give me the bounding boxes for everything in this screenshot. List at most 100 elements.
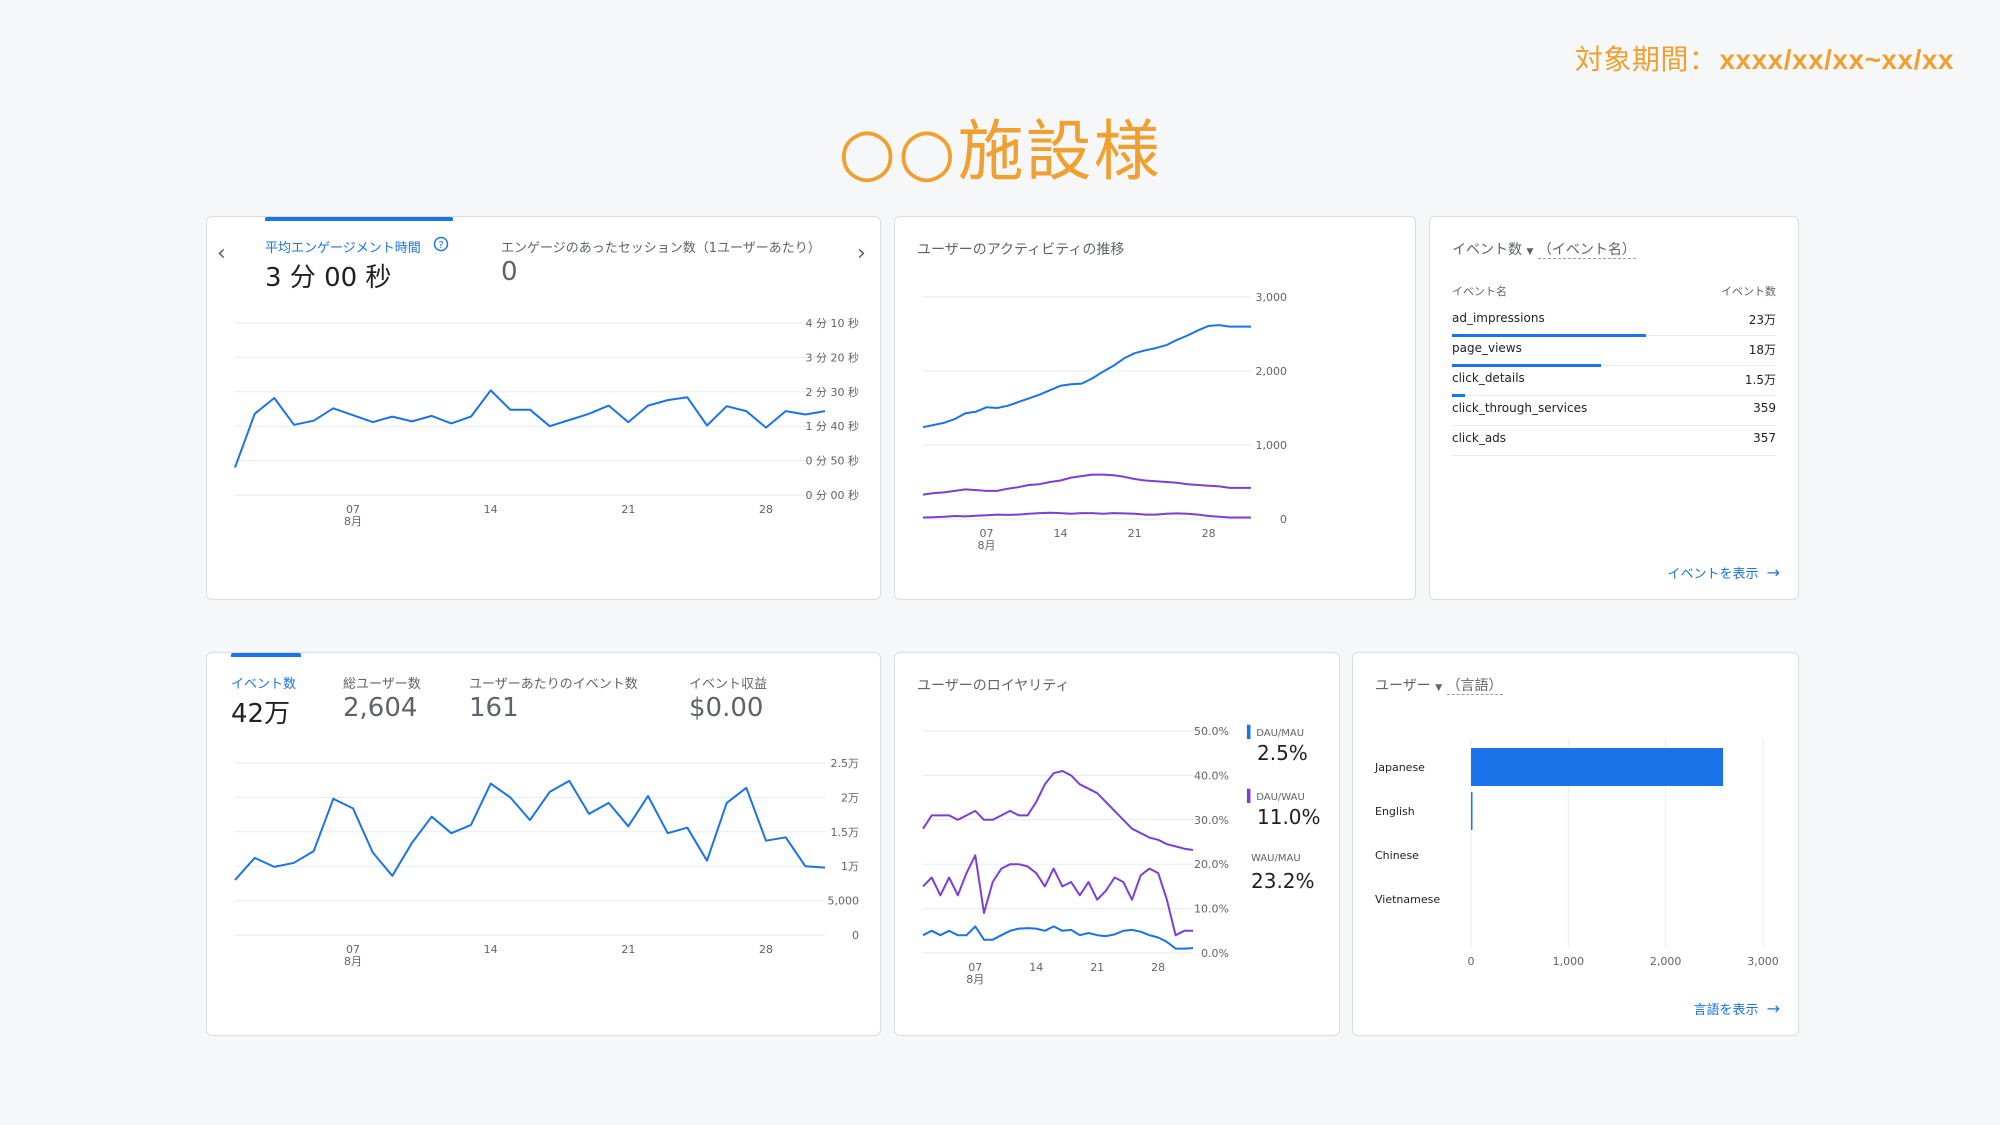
tab-label: 総ユーザー数 (343, 677, 421, 692)
series-line (922, 511, 1251, 519)
arrow-right-icon: → (1766, 563, 1780, 582)
series-line (922, 770, 1194, 851)
table-row[interactable]: page_views 18万 (1452, 335, 1776, 367)
x-tick-label: 14 (1029, 961, 1043, 974)
x-tick-label: 0 (1468, 955, 1475, 968)
metric-value: 2.5% (1257, 741, 1308, 765)
event-name: click_ads (1452, 431, 1507, 445)
chevron-right-icon[interactable]: › (857, 241, 866, 266)
col-header-name: イベント名 (1452, 285, 1507, 298)
series-marker-icon: ▍ (1247, 725, 1257, 739)
dimension-label[interactable]: （イベント名） (1537, 242, 1636, 259)
y-tick-label: 0 (852, 929, 859, 942)
table-row[interactable]: ad_impressions 23万 (1452, 305, 1776, 337)
x-month-label: 8月 (977, 539, 995, 552)
y-tick-label: 0 (1280, 513, 1287, 526)
y-tick-label: 40.0% (1194, 769, 1229, 782)
view-events-link[interactable]: イベントを表示 → (1667, 563, 1780, 582)
help-circle-icon[interactable]: ? (433, 236, 449, 252)
table-row[interactable]: click_ads 357 (1452, 425, 1776, 456)
metric-value: 11.0% (1257, 805, 1321, 829)
period-label: 対象期間：xxxx/xx/xx~xx/xx (1575, 38, 1954, 78)
event-name: ad_impressions (1452, 311, 1545, 325)
event-count: 359 (1753, 401, 1776, 415)
card-title: ユーザーのアクティビティの推移 (917, 242, 1125, 258)
x-month-label: 8月 (344, 955, 362, 968)
chevron-left-icon[interactable]: ‹ (217, 241, 226, 266)
tab-label: ユーザーあたりのイベント数 (469, 677, 638, 692)
metric-name: WAU/MAU (1251, 853, 1301, 864)
x-tick-label: 28 (759, 943, 773, 956)
y-tick-label: 50.0% (1194, 725, 1229, 738)
series-line (234, 779, 826, 881)
period-prefix: 対象期間： (1574, 43, 1718, 76)
y-tick-label: 3 分 20 秒 (806, 350, 860, 364)
dropdown-label: ユーザー (1375, 678, 1431, 694)
events-line-chart: 2.5万2万1.5万1万5,000007 14 21 288月 (234, 757, 860, 968)
metric-name: DAU/WAU (1256, 792, 1305, 803)
x-tick-label: 21 (621, 943, 635, 956)
tab-value: 161 (469, 693, 519, 723)
y-tick-label: 2万 (841, 791, 859, 804)
y-tick-label: 2 分 30 秒 (806, 385, 860, 399)
tab-value: 2,604 (343, 693, 418, 723)
y-tick-label: 3,000 (1256, 291, 1288, 304)
y-tick-label: 1,000 (1256, 439, 1288, 452)
category-label: Vietnamese (1375, 893, 1440, 906)
x-tick-label: 21 (1090, 961, 1104, 974)
tab-value: $0.00 (689, 693, 764, 723)
engagement-card: ‹ 平均エンゲージメント時間 ? 3 分 00 秒 エンゲージのあったセッション… (206, 216, 881, 600)
view-languages-link[interactable]: 言語を表示 → (1693, 999, 1780, 1018)
series-line (922, 925, 1194, 950)
category-label: Chinese (1375, 849, 1419, 862)
y-tick-label: 1 分 40 秒 (806, 419, 860, 433)
loyalty-card: ユーザーのロイヤリティ 50.0% 40.0% 30.0% 20.0% 10.0% 0.0… (894, 652, 1340, 1036)
metric-label: ▍DAU/MAU (1247, 725, 1304, 739)
y-tick-label: 4 分 10 秒 (806, 316, 860, 330)
dimension-label[interactable]: （言語） (1446, 678, 1503, 695)
page-title: ○○施設様 (838, 113, 1162, 190)
y-tick-label: 2.5万 (831, 757, 860, 770)
metric-name: DAU/MAU (1256, 728, 1305, 739)
table-row[interactable]: click_details 1.5万 (1452, 365, 1776, 397)
bar (1471, 748, 1724, 786)
y-tick-label: 0 分 00 秒 (806, 488, 860, 502)
event-count: 18万 (1748, 343, 1776, 357)
tab-value: 42万 (231, 699, 291, 729)
y-tick-label: 0.0% (1201, 947, 1229, 960)
x-tick-label: 14 (1054, 527, 1068, 540)
x-tick-label: 28 (759, 503, 773, 516)
x-tick-label: 3,000 (1747, 955, 1779, 968)
y-tick-label: 1.5万 (831, 826, 860, 839)
category-label: English (1375, 805, 1415, 818)
tab-value: 3 分 00 秒 (265, 263, 392, 293)
activity-line-chart: 3,0002,0001,000007 14 21 288月 (922, 291, 1288, 552)
event-count: 23万 (1748, 313, 1776, 327)
link-label: イベントを表示 (1667, 567, 1759, 582)
svg-text:?: ? (438, 240, 443, 251)
x-month-label: 8月 (966, 973, 984, 986)
selected-tab-indicator (265, 217, 453, 221)
engagement-line-chart: 4 分 10 秒 3 分 20 秒 2 分 30 秒 1 分 40 秒 0 分 50 秒… (234, 316, 860, 528)
event-count: 357 (1753, 431, 1776, 445)
x-tick-label: 21 (621, 503, 635, 516)
event-count: 1.5万 (1744, 373, 1776, 387)
x-tick-label: 1,000 (1553, 955, 1585, 968)
event-name: click_details (1452, 371, 1525, 385)
table-row[interactable]: click_through_services 359 (1452, 395, 1776, 426)
series-line (922, 473, 1251, 496)
period-value: xxxx/xx/xx~xx/xx (1719, 44, 1954, 75)
dropdown-label: イベント数 (1452, 242, 1522, 258)
language-card: ユーザー ▼ （言語） 0 1,000 2,000 3,000 Japanese Engl… (1352, 652, 1799, 1036)
x-tick-label: 14 (484, 943, 498, 956)
loyalty-line-chart: 50.0%40.0%30.0%20.0%10.0%0.0%07 14 21 288月 (922, 725, 1229, 986)
tab-label: エンゲージのあったセッション数（1ユーザーあたり） (501, 241, 821, 256)
caret-down-icon: ▼ (1526, 247, 1534, 257)
events-summary-card: イベント数 42万 総ユーザー数 2,604 ユーザーあたりのイベント数 161… (206, 652, 881, 1036)
bar (1471, 792, 1473, 830)
users-metric-dropdown[interactable]: ユーザー ▼ （言語） (1375, 675, 1503, 695)
x-tick-label: 21 (1128, 527, 1142, 540)
events-metric-dropdown[interactable]: イベント数 ▼ （イベント名） (1452, 239, 1636, 259)
series-marker-icon: ▍ (1247, 789, 1257, 803)
metric-label: ▍DAU/WAU (1247, 789, 1305, 803)
